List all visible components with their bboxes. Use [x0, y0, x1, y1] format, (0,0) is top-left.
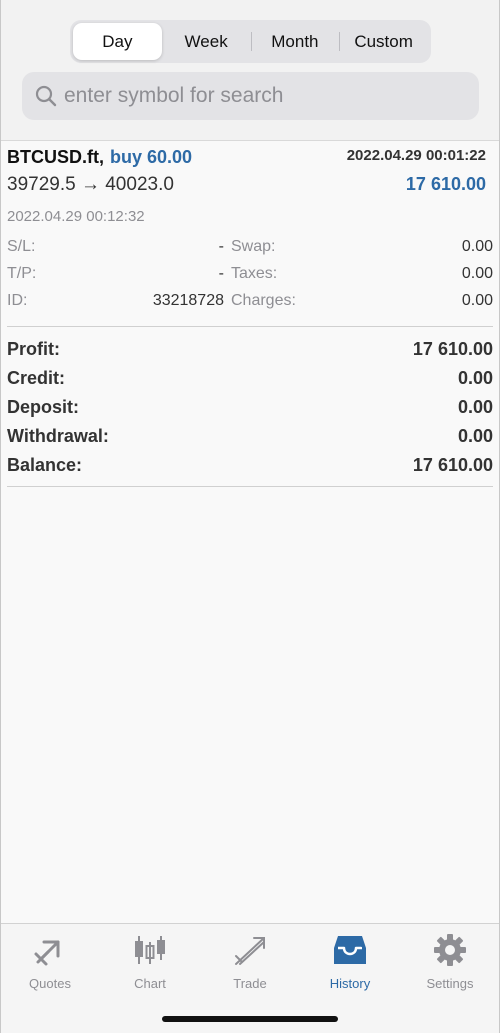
- deal-close-time: 2022.04.29 00:12:32: [7, 208, 145, 225]
- deposit-value: 0.00: [457, 397, 493, 417]
- credit-label: Credit:: [7, 368, 65, 388]
- summary-row-deposit: Deposit: 0.00: [7, 393, 493, 422]
- tab-history[interactable]: History: [300, 932, 400, 998]
- tab-month[interactable]: Month: [250, 23, 340, 60]
- deal-profit: 17 610.00: [405, 174, 486, 194]
- search-input[interactable]: [64, 84, 464, 108]
- deal-prices: 39729.5 → 40023.0: [7, 174, 174, 195]
- withdrawal-value: 0.00: [457, 426, 493, 446]
- tab-trade-label: Trade: [233, 976, 267, 991]
- sl-label: S/L:: [7, 238, 36, 255]
- history-icon: [334, 936, 366, 964]
- charges-label: Charges:: [231, 292, 296, 309]
- deal-action: buy 60.00: [110, 147, 193, 167]
- search-bar[interactable]: [22, 72, 479, 120]
- tab-chart-label: Chart: [134, 976, 166, 991]
- account-summary: Profit: 17 610.00 Credit: 0.00 Deposit: …: [7, 335, 493, 480]
- deal-open-time: 2022.04.29 00:01:22: [346, 147, 486, 164]
- balance-value: 17 610.00: [412, 455, 493, 475]
- tab-history-label: History: [329, 976, 371, 991]
- summary-row-profit: Profit: 17 610.00: [7, 335, 493, 364]
- profit-label: Profit:: [7, 339, 60, 359]
- tab-custom[interactable]: Custom: [339, 23, 428, 60]
- tab-trade[interactable]: Trade: [200, 932, 300, 998]
- balance-label: Balance:: [7, 455, 83, 475]
- summary-row-credit: Credit: 0.00: [7, 364, 493, 393]
- taxes-value: 0.00: [461, 265, 493, 282]
- tab-week[interactable]: Week: [162, 23, 251, 60]
- quotes-icon: [34, 940, 60, 966]
- tab-chart[interactable]: Chart: [100, 932, 200, 998]
- profit-value: 17 610.00: [412, 339, 493, 359]
- settings-icon: [434, 934, 466, 966]
- trade-icon: [235, 937, 265, 965]
- tab-settings[interactable]: Settings: [400, 932, 500, 998]
- sl-value: -: [218, 238, 224, 255]
- tp-value: -: [218, 265, 224, 282]
- summary-row-withdrawal: Withdrawal: 0.00: [7, 422, 493, 451]
- taxes-label: Taxes:: [231, 265, 278, 282]
- tp-label: T/P:: [7, 265, 37, 282]
- credit-value: 0.00: [457, 368, 493, 388]
- home-indicator: [162, 1016, 338, 1022]
- deal-item[interactable]: BTCUSD.ft, buy 60.00 2022.04.29 00:01:22…: [0, 141, 500, 311]
- tab-day[interactable]: Day: [73, 23, 162, 60]
- tab-quotes-label: Quotes: [29, 976, 71, 991]
- swap-value: 0.00: [461, 238, 493, 255]
- search-icon: [35, 85, 57, 107]
- deal-symbol: BTCUSD.ft,: [7, 147, 104, 167]
- id-label: ID:: [7, 292, 28, 309]
- history-list: BTCUSD.ft, buy 60.00 2022.04.29 00:01:22…: [0, 140, 500, 923]
- swap-label: Swap:: [231, 238, 276, 255]
- tab-quotes[interactable]: Quotes: [0, 932, 100, 998]
- divider: [7, 486, 493, 487]
- header: Day Week Month Custom: [0, 0, 500, 140]
- id-value: 33218728: [152, 292, 224, 309]
- tab-settings-label: Settings: [426, 976, 474, 991]
- chart-icon: [135, 936, 165, 964]
- period-segmented-control: Day Week Month Custom: [70, 20, 431, 63]
- deposit-label: Deposit:: [7, 397, 79, 417]
- withdrawal-label: Withdrawal:: [7, 426, 109, 446]
- summary-row-balance: Balance: 17 610.00: [7, 451, 493, 480]
- charges-value: 0.00: [461, 292, 493, 309]
- divider: [7, 326, 493, 327]
